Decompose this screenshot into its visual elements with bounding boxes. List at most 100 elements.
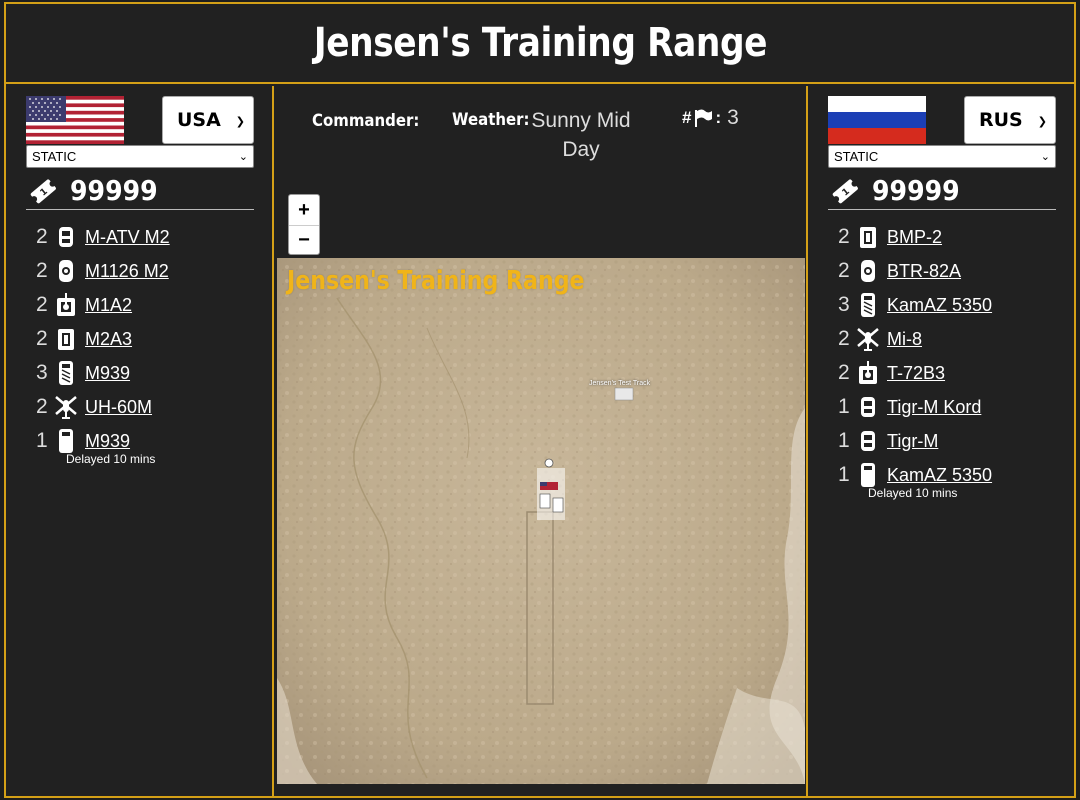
unit-count: 2	[36, 327, 48, 350]
match-info: Commander: Weather: Sunny Mid Day # : 3	[274, 102, 806, 172]
russia-flag-icon	[828, 96, 926, 144]
unit-row: 3 KamAZ 5350	[838, 288, 1068, 322]
flag-count-sep: :	[715, 108, 722, 127]
unit-row: 2 Mi-8	[838, 322, 1068, 356]
mode-select-value: STATIC	[834, 149, 879, 164]
unit-count: 2	[36, 225, 48, 248]
tickets-left: 1 99999	[26, 172, 254, 210]
apc-icon	[861, 260, 875, 282]
country-select-value: RUS	[979, 109, 1023, 131]
unit-count: 2	[838, 259, 850, 282]
app-frame: Jensen's Training Range USA ❯ STATIC ⌄ 1…	[4, 2, 1076, 798]
unit-name-link[interactable]: BTR-82A	[887, 261, 961, 282]
mode-select-value: STATIC	[32, 149, 77, 164]
delay-note: Delayed 10 mins	[868, 486, 958, 500]
map-panel: Commander: Weather: Sunny Mid Day # : 3 …	[274, 86, 806, 798]
unit-name-link[interactable]: BMP-2	[887, 227, 942, 248]
unit-count: 1	[838, 463, 850, 486]
unit-name-link[interactable]: Tigr-M Kord	[887, 397, 981, 418]
unit-list-left: 2 M-ATV M2 2 M1126 M2 2 M1A2 2 M2A3 3 M9…	[36, 220, 266, 466]
apc-icon	[59, 260, 73, 282]
unit-row: 2 M1A2	[36, 288, 266, 322]
commander-field: Commander:	[312, 110, 434, 131]
weather-value: Sunny Mid Day	[531, 109, 631, 161]
unit-count: 2	[36, 395, 48, 418]
truck-icon	[861, 463, 875, 487]
unit-name-link[interactable]: Tigr-M	[887, 431, 938, 452]
unit-row: 2 M-ATV M2	[36, 220, 266, 254]
unit-count: 3	[838, 293, 850, 316]
unit-count: 2	[36, 293, 48, 316]
ifv-icon	[58, 329, 74, 350]
commander-label: Commander:	[312, 111, 420, 131]
terrain-map[interactable]	[277, 258, 805, 784]
unit-count: 1	[838, 429, 850, 452]
unit-count: 1	[36, 429, 48, 452]
ticket-count: 99999	[70, 174, 158, 207]
team-panel-right: RUS ❯ STATIC ⌄ 1 99999 2 BMP-2 2 BTR-82A	[806, 86, 1074, 798]
unit-name-link[interactable]: M939	[85, 431, 130, 452]
unit-name-link[interactable]: T-72B3	[887, 363, 945, 384]
title-bar: Jensen's Training Range	[6, 4, 1074, 84]
unit-name-link[interactable]: M1A2	[85, 295, 132, 316]
unit-count: 2	[838, 361, 850, 384]
ticket-icon: 1	[832, 179, 858, 203]
unit-row: 2 BMP-2	[838, 220, 1068, 254]
unit-row: 1 Tigr-M Kord	[838, 390, 1068, 424]
country-select-right[interactable]: RUS ❯	[964, 96, 1056, 144]
unit-row: 2 BTR-82A	[838, 254, 1068, 288]
unit-name-link[interactable]: M939	[85, 363, 130, 384]
unit-list-right: 2 BMP-2 2 BTR-82A 3 KamAZ 5350 2 Mi-8 2	[838, 220, 1068, 500]
zoom-in-button[interactable]: +	[289, 195, 319, 225]
unit-count: 1	[838, 395, 850, 418]
unit-row: 3 M939	[36, 356, 266, 390]
unit-name-link[interactable]: KamAZ 5350	[887, 295, 992, 316]
mrap-icon	[861, 397, 875, 417]
helicopter-icon	[857, 328, 879, 351]
map-title: Jensen's Training Range	[287, 266, 585, 296]
unit-row: 1 Tigr-M	[838, 424, 1068, 458]
zoom-control: + −	[288, 194, 320, 255]
unit-row: 2 T-72B3	[838, 356, 1068, 390]
unit-name-link[interactable]: KamAZ 5350	[887, 465, 992, 486]
unit-name-link[interactable]: M-ATV M2	[85, 227, 170, 248]
mode-select-left[interactable]: STATIC ⌄	[26, 145, 254, 168]
chevron-down-icon: ❯	[1037, 115, 1047, 128]
tank-icon	[859, 361, 877, 384]
unit-count: 2	[838, 225, 850, 248]
map-marker-label: Jensen's Test Track	[589, 380, 651, 387]
flag-count: # : 3	[682, 106, 739, 130]
unit-row: 2 M2A3	[36, 322, 266, 356]
ifv-icon	[860, 227, 876, 248]
chevron-down-icon: ❯	[235, 115, 245, 128]
team-panel-left: USA ❯ STATIC ⌄ 1 99999 2 M-ATV M2 2 M112…	[6, 86, 274, 798]
ticket-icon: 1	[30, 179, 56, 203]
tickets-right: 1 99999	[828, 172, 1056, 210]
zoom-out-button[interactable]: −	[289, 225, 319, 255]
map-view[interactable]: Jensen's Training Range Jensen's Test Tr…	[277, 258, 805, 784]
flag-count-value: 3	[727, 106, 739, 129]
ticket-count: 99999	[872, 174, 960, 207]
unit-row: 2 M1126 M2	[36, 254, 266, 288]
unit-name-link[interactable]: UH-60M	[85, 397, 152, 418]
delay-note: Delayed 10 mins	[66, 452, 156, 466]
chevron-down-icon: ⌄	[238, 151, 248, 163]
helicopter-icon	[55, 396, 77, 419]
weather-label: Weather:	[452, 110, 530, 130]
flag-count-prefix: #	[682, 108, 692, 127]
usa-flag-icon	[26, 96, 124, 144]
country-select-value: USA	[177, 109, 221, 131]
country-select-left[interactable]: USA ❯	[162, 96, 254, 144]
mode-select-right[interactable]: STATIC ⌄	[828, 145, 1056, 168]
unit-name-link[interactable]: Mi-8	[887, 329, 922, 350]
truck-icon	[59, 429, 73, 453]
unit-count: 3	[36, 361, 48, 384]
page-title: Jensen's Training Range	[313, 20, 767, 66]
flag-icon	[695, 109, 713, 127]
chevron-down-icon: ⌄	[1040, 151, 1050, 163]
unit-count: 2	[838, 327, 850, 350]
unit-name-link[interactable]: M2A3	[85, 329, 132, 350]
unit-row: 2 UH-60M	[36, 390, 266, 424]
unit-name-link[interactable]: M1126 M2	[85, 261, 169, 282]
tank-icon	[57, 293, 75, 316]
